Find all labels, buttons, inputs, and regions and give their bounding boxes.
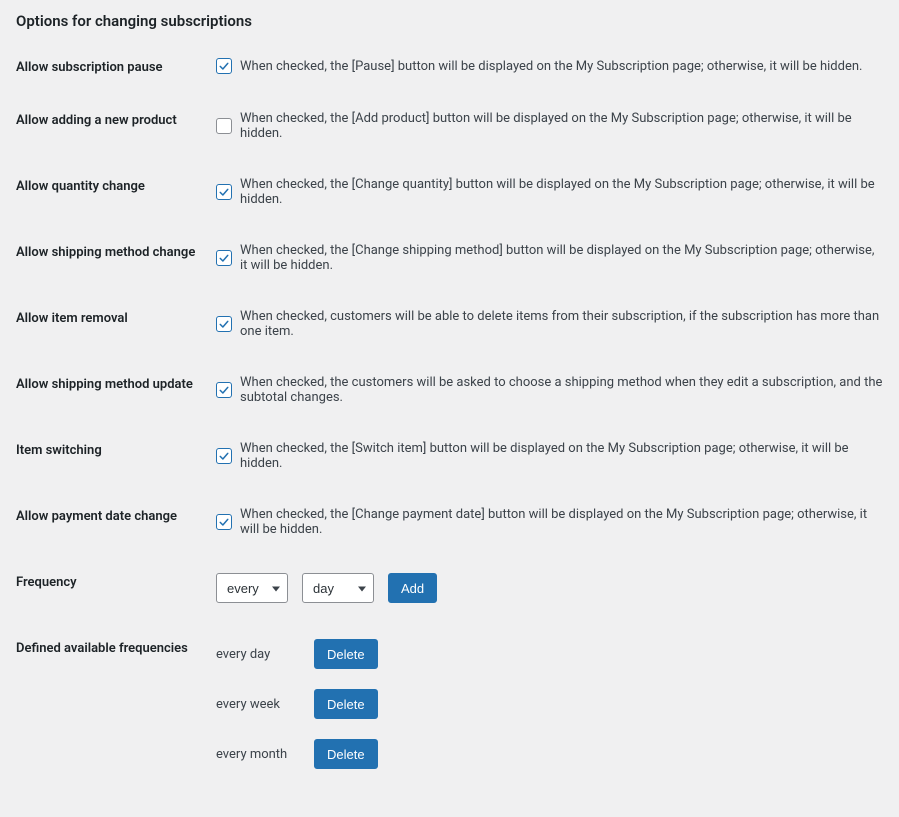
delete-frequency-button[interactable]: Delete — [314, 639, 378, 669]
option-label-quantity-change: Allow quantity change — [16, 177, 216, 194]
frequency-interval-select[interactable]: every — [216, 573, 288, 603]
option-row-item-removal: Allow item removal When checked, customer… — [16, 309, 883, 339]
frequency-row: Frequency every day Add — [16, 573, 883, 603]
defined-frequency-item: every week Delete — [216, 689, 378, 719]
defined-frequency-label: every month — [216, 747, 296, 762]
help-text-shipping-method-change: When checked, the [Change shipping metho… — [240, 243, 883, 273]
check-icon — [218, 318, 230, 330]
option-row-quantity-change: Allow quantity change When checked, the [… — [16, 177, 883, 207]
checkbox-shipping-method-change[interactable] — [216, 250, 232, 266]
option-label-pause: Allow subscription pause — [16, 58, 216, 75]
option-row-payment-date-change: Allow payment date change When checked, t… — [16, 507, 883, 537]
help-text-add-product: When checked, the [Add product] button w… — [240, 111, 883, 141]
checkbox-item-switching[interactable] — [216, 448, 232, 464]
add-frequency-button[interactable]: Add — [388, 573, 437, 603]
help-text-shipping-method-update: When checked, the customers will be aske… — [240, 375, 883, 405]
help-text-quantity-change: When checked, the [Change quantity] butt… — [240, 177, 883, 207]
checkbox-pause[interactable] — [216, 58, 232, 74]
check-icon — [218, 186, 230, 198]
section-title: Options for changing subscriptions — [16, 12, 883, 30]
option-label-item-removal: Allow item removal — [16, 309, 216, 326]
option-label-item-switching: Item switching — [16, 441, 216, 458]
option-row-pause: Allow subscription pause When checked, th… — [16, 58, 883, 75]
option-row-item-switching: Item switching When checked, the [Switch … — [16, 441, 883, 471]
option-label-shipping-method-change: Allow shipping method change — [16, 243, 216, 260]
check-icon — [218, 60, 230, 72]
option-label-payment-date-change: Allow payment date change — [16, 507, 216, 524]
checkbox-payment-date-change[interactable] — [216, 514, 232, 530]
frequency-unit-select[interactable]: day — [302, 573, 374, 603]
checkbox-quantity-change[interactable] — [216, 184, 232, 200]
defined-frequencies-row: Defined available frequencies every day D… — [16, 639, 883, 769]
check-icon — [218, 252, 230, 264]
checkbox-shipping-method-update[interactable] — [216, 382, 232, 398]
help-text-payment-date-change: When checked, the [Change payment date] … — [240, 507, 883, 537]
check-icon — [218, 384, 230, 396]
help-text-item-removal: When checked, customers will be able to … — [240, 309, 883, 339]
defined-frequencies-label: Defined available frequencies — [16, 639, 216, 656]
help-text-pause: When checked, the [Pause] button will be… — [240, 59, 862, 74]
option-label-shipping-method-update: Allow shipping method update — [16, 375, 216, 392]
option-row-shipping-method-change: Allow shipping method change When checked… — [16, 243, 883, 273]
help-text-item-switching: When checked, the [Switch item] button w… — [240, 441, 883, 471]
check-icon — [218, 516, 230, 528]
frequency-label: Frequency — [16, 573, 216, 590]
checkbox-add-product[interactable] — [216, 118, 232, 134]
defined-frequency-label: every day — [216, 647, 296, 662]
defined-frequency-label: every week — [216, 697, 296, 712]
check-icon — [218, 450, 230, 462]
defined-frequency-item: every day Delete — [216, 639, 378, 669]
option-label-add-product: Allow adding a new product — [16, 111, 216, 128]
delete-frequency-button[interactable]: Delete — [314, 739, 378, 769]
option-row-add-product: Allow adding a new product When checked, … — [16, 111, 883, 141]
defined-frequency-item: every month Delete — [216, 739, 378, 769]
delete-frequency-button[interactable]: Delete — [314, 689, 378, 719]
checkbox-item-removal[interactable] — [216, 316, 232, 332]
option-row-shipping-method-update: Allow shipping method update When checked… — [16, 375, 883, 405]
